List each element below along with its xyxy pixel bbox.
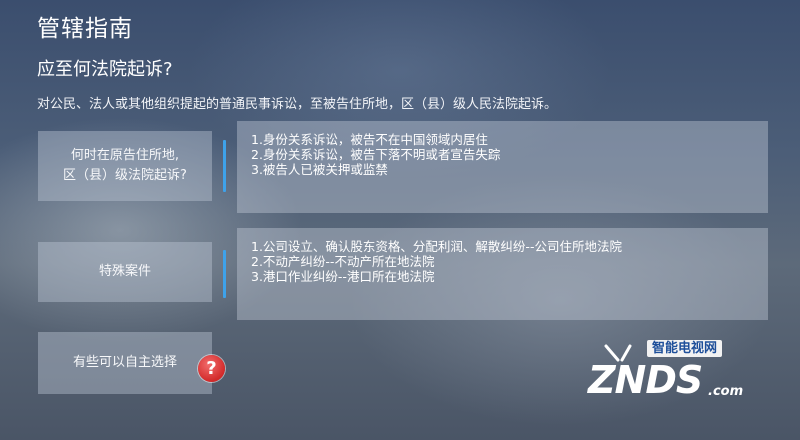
section-description: 对公民、法人或其他组织提起的普通民事诉讼，至被告住所地，区（县）级人民法院起诉。 — [37, 97, 558, 112]
category-label: 何时在原告住所地, 区（县）级法院起诉? — [63, 148, 187, 183]
info-line: 2.不动产纠纷--不动产所在地法院 — [251, 254, 435, 269]
category-button-optional-choice[interactable]: 有些可以自主选择 — [38, 332, 212, 394]
logo-word: ZNDS — [588, 358, 703, 402]
section-question: 应至何法院起诉? — [37, 59, 173, 80]
logo-domain: .com — [708, 384, 744, 399]
znds-watermark-logo: 智能电视网 ZNDS .com — [588, 340, 758, 415]
logo-tagline: 智能电视网 — [647, 340, 723, 357]
page-title: 管辖指南 — [37, 16, 133, 42]
info-line: 1.公司设立、确认股东资格、分配利润、解散纠纷--公司住所地法院 — [251, 239, 622, 254]
selection-indicator — [223, 250, 226, 298]
category-label: 特殊案件 — [98, 264, 151, 279]
category-button-plaintiff-domicile[interactable]: 何时在原告住所地, 区（县）级法院起诉? — [38, 131, 212, 201]
question-mark: ? — [206, 358, 217, 379]
category-label: 有些可以自主选择 — [72, 355, 177, 370]
info-line: 1.身份关系诉讼，被告不在中国领域内居住 — [251, 132, 488, 147]
info-line: 3.被告人已被关押或监禁 — [251, 162, 388, 177]
info-line: 3.港口作业纠纷--港口所在地法院 — [251, 269, 435, 284]
info-panel-plaintiff-domicile: 1.身份关系诉讼，被告不在中国领域内居住 2.身份关系诉讼，被告下落不明或者宣告… — [237, 121, 768, 213]
question-icon[interactable]: ? — [198, 355, 225, 382]
info-line: 2.身份关系诉讼，被告下落不明或者宣告失踪 — [251, 147, 501, 162]
category-button-special-cases[interactable]: 特殊案件 — [38, 242, 212, 302]
info-panel-special-cases: 1.公司设立、确认股东资格、分配利润、解散纠纷--公司住所地法院 2.不动产纠纷… — [237, 228, 768, 320]
selection-indicator — [223, 140, 226, 192]
